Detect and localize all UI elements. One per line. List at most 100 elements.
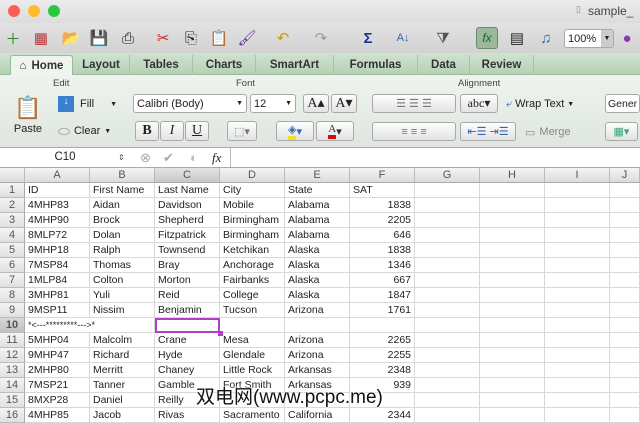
minimize-window-button[interactable]: [28, 5, 40, 17]
cell-b16[interactable]: Jacob: [90, 408, 155, 423]
cell-d13[interactable]: Little Rock: [220, 363, 285, 378]
cell-b1[interactable]: First Name: [90, 183, 155, 198]
tab-formulas[interactable]: Formulas: [334, 55, 418, 75]
cell-c13[interactable]: Chaney: [155, 363, 220, 378]
cell-d11[interactable]: Mesa: [220, 333, 285, 348]
font-size-select[interactable]: 12 ▼: [250, 94, 296, 113]
cell-f3[interactable]: 2205: [350, 213, 415, 228]
cell-g4[interactable]: [415, 228, 480, 243]
cell-f7[interactable]: 667: [350, 273, 415, 288]
decrease-font-icon[interactable]: A▾: [331, 94, 357, 113]
row-header-3[interactable]: 3: [0, 213, 25, 228]
cell-a9[interactable]: 9MSP11: [25, 303, 90, 318]
print-icon[interactable]: ⎙: [117, 27, 139, 49]
cell-a3[interactable]: 4MHP90: [25, 213, 90, 228]
merge-button[interactable]: ▭ Merge: [525, 123, 571, 141]
cell-a4[interactable]: 8MLP72: [25, 228, 90, 243]
cell-a12[interactable]: 9MHP47: [25, 348, 90, 363]
cell-g11[interactable]: [415, 333, 480, 348]
row-header-1[interactable]: 1: [0, 183, 25, 198]
cell-g6[interactable]: [415, 258, 480, 273]
cell-e8[interactable]: Alaska: [285, 288, 350, 303]
cell-j9[interactable]: [610, 303, 640, 318]
cell-e1[interactable]: State: [285, 183, 350, 198]
cell-g14[interactable]: [415, 378, 480, 393]
cell-i8[interactable]: [545, 288, 610, 303]
cell-g9[interactable]: [415, 303, 480, 318]
vertical-align-icon[interactable]: ☰ ☰ ☰: [372, 94, 456, 113]
sort-icon[interactable]: A↓: [392, 27, 414, 49]
cell-j2[interactable]: [610, 198, 640, 213]
cell-d12[interactable]: Glendale: [220, 348, 285, 363]
tab-smartart[interactable]: SmartArt: [256, 55, 334, 75]
cell-h6[interactable]: [480, 258, 545, 273]
filter-icon[interactable]: ⧩: [432, 27, 454, 49]
cell-d2[interactable]: Mobile: [220, 198, 285, 213]
cell-g12[interactable]: [415, 348, 480, 363]
cell-d9[interactable]: Tucson: [220, 303, 285, 318]
cell-i4[interactable]: [545, 228, 610, 243]
cell-h11[interactable]: [480, 333, 545, 348]
confirm-icon[interactable]: ✔: [163, 150, 174, 166]
paste-button[interactable]: 📋 Paste: [6, 95, 50, 145]
tab-tables[interactable]: Tables: [130, 55, 193, 75]
tab-data[interactable]: Data: [418, 55, 470, 75]
cell-f9[interactable]: 1761: [350, 303, 415, 318]
row-header-12[interactable]: 12: [0, 348, 25, 363]
cell-a2[interactable]: 4MHP83: [25, 198, 90, 213]
cell-i15[interactable]: [545, 393, 610, 408]
cell-b14[interactable]: Tanner: [90, 378, 155, 393]
cell-d16[interactable]: Sacramento: [220, 408, 285, 423]
gallery-icon[interactable]: ▤: [506, 27, 528, 49]
cell-i16[interactable]: [545, 408, 610, 423]
cell-d6[interactable]: Anchorage: [220, 258, 285, 273]
row-header-7[interactable]: 7: [0, 273, 25, 288]
cell-a16[interactable]: 4MHP85: [25, 408, 90, 423]
column-header-e[interactable]: E: [285, 168, 350, 183]
cell-g16[interactable]: [415, 408, 480, 423]
increase-font-icon[interactable]: A▴: [303, 94, 329, 113]
fill-button[interactable]: ↓ Fill ▼: [58, 95, 117, 113]
row-header-16[interactable]: 16: [0, 408, 25, 423]
cell-h16[interactable]: [480, 408, 545, 423]
cell-e9[interactable]: Arizona: [285, 303, 350, 318]
cell-b10[interactable]: [90, 318, 155, 333]
cell-f4[interactable]: 646: [350, 228, 415, 243]
cell-e4[interactable]: Alabama: [285, 228, 350, 243]
insert-function-button[interactable]: fx: [212, 150, 221, 166]
cell-d1[interactable]: City: [220, 183, 285, 198]
format-painter-icon[interactable]: 🖌: [236, 27, 258, 49]
cell-j14[interactable]: [610, 378, 640, 393]
cell-f10[interactable]: [350, 318, 415, 333]
cell-h8[interactable]: [480, 288, 545, 303]
cell-i6[interactable]: [545, 258, 610, 273]
row-header-5[interactable]: 5: [0, 243, 25, 258]
column-header-i[interactable]: I: [545, 168, 610, 183]
cell-b3[interactable]: Brock: [90, 213, 155, 228]
media-icon[interactable]: ♫: [535, 27, 557, 49]
cell-f8[interactable]: 1847: [350, 288, 415, 303]
cell-f6[interactable]: 1346: [350, 258, 415, 273]
cell-c4[interactable]: Fitzpatrick: [155, 228, 220, 243]
cell-f2[interactable]: 1838: [350, 198, 415, 213]
cell-g5[interactable]: [415, 243, 480, 258]
tab-home[interactable]: ⌂ Home: [10, 55, 73, 75]
cell-h13[interactable]: [480, 363, 545, 378]
font-name-select[interactable]: Calibri (Body) ▼: [133, 94, 247, 113]
column-header-f[interactable]: F: [350, 168, 415, 183]
orientation-button[interactable]: abc ▾: [460, 94, 498, 113]
cell-h9[interactable]: [480, 303, 545, 318]
cell-j16[interactable]: [610, 408, 640, 423]
clear-button[interactable]: ⬭ Clear ▼: [58, 122, 111, 140]
cell-e5[interactable]: Alaska: [285, 243, 350, 258]
cell-j7[interactable]: [610, 273, 640, 288]
cell-a15[interactable]: 8MXP28: [25, 393, 90, 408]
redo-icon[interactable]: ↷: [310, 27, 332, 49]
cell-i10[interactable]: [545, 318, 610, 333]
help-icon[interactable]: ●: [617, 27, 637, 49]
cell-j5[interactable]: [610, 243, 640, 258]
row-header-11[interactable]: 11: [0, 333, 25, 348]
fill-color-icon[interactable]: ◈ ▾: [276, 121, 314, 141]
column-header-j[interactable]: J: [610, 168, 640, 183]
horizontal-align-icon[interactable]: ≡ ≡ ≡: [372, 122, 456, 141]
